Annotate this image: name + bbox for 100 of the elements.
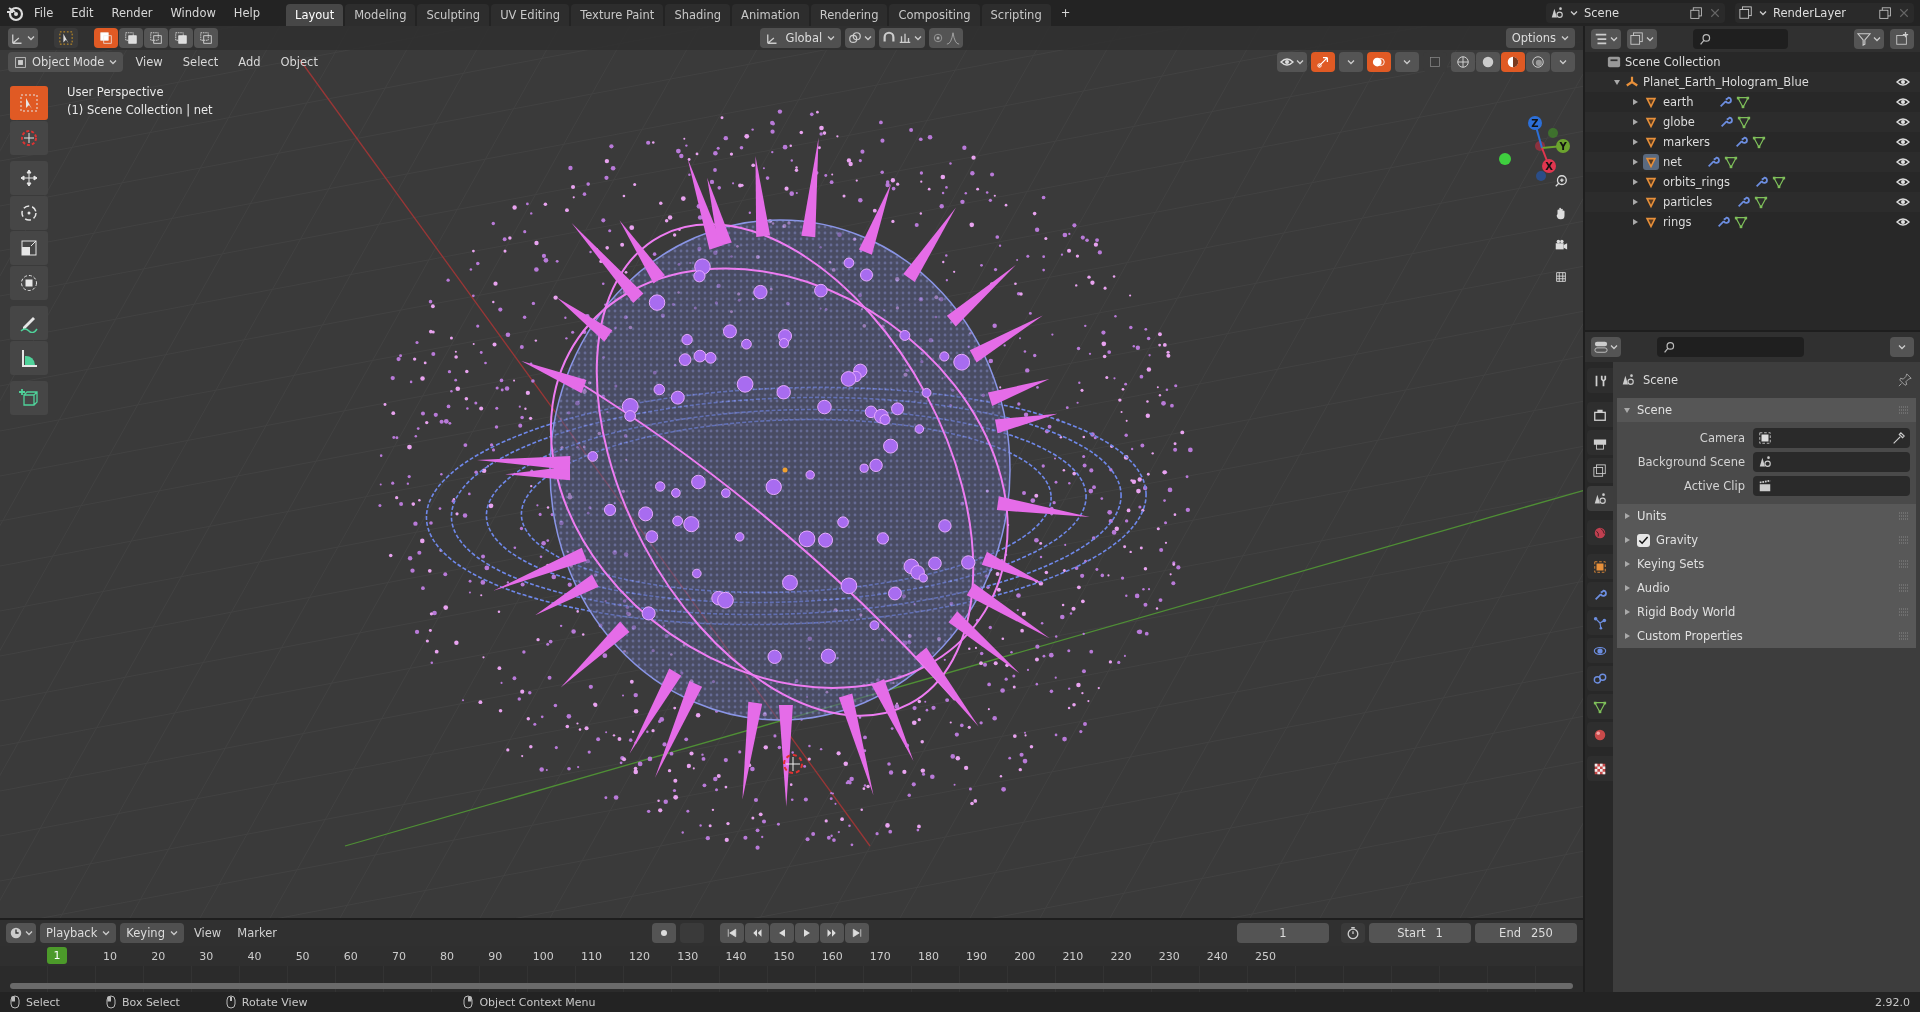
gizmo-toggle-button[interactable] [1311, 52, 1335, 72]
editor-type-button[interactable] [1591, 337, 1621, 357]
outliner-row[interactable]: net [1585, 152, 1920, 172]
menu-item[interactable]: File [26, 3, 62, 23]
menu-item[interactable]: Help [225, 3, 269, 23]
outliner-row[interactable]: particles [1585, 192, 1920, 212]
selection-mode-button[interactable] [169, 28, 193, 48]
pin-icon[interactable] [1898, 373, 1912, 387]
editor-type-button[interactable] [8, 28, 38, 48]
workspace-tab[interactable]: UV Editing [491, 4, 570, 26]
workspace-tab[interactable]: Rendering [810, 4, 888, 26]
eye-icon[interactable] [1896, 177, 1910, 187]
selection-mode-button[interactable] [194, 28, 218, 48]
workspace-tab[interactable]: Animation [732, 4, 809, 26]
pivot-button[interactable] [845, 28, 876, 48]
tool-button[interactable] [10, 231, 48, 265]
selection-mode-button[interactable] [144, 28, 168, 48]
menu-item[interactable]: Select [174, 52, 227, 72]
properties-tab[interactable] [1587, 756, 1613, 781]
search-field[interactable] [1657, 337, 1804, 357]
play-reverse-button[interactable] [769, 923, 794, 943]
eye-icon[interactable] [1896, 117, 1910, 127]
jump-end-button[interactable] [844, 923, 869, 943]
tool-button[interactable] [10, 196, 48, 230]
proportional-edit-button[interactable] [929, 28, 964, 48]
eye-icon[interactable] [1896, 197, 1910, 207]
workspace-tab[interactable]: Layout [286, 4, 344, 26]
object-field[interactable] [1753, 476, 1910, 496]
tool-button[interactable] [10, 381, 48, 415]
solid-shading-button[interactable] [1476, 52, 1500, 72]
mode-dropdown[interactable]: Object Mode [8, 52, 124, 72]
playhead-frame[interactable]: 1 [47, 947, 67, 964]
logo-icon[interactable] [6, 4, 24, 22]
menu-item[interactable]: Add [230, 52, 269, 72]
editor-type-button[interactable] [6, 923, 36, 943]
tool-button[interactable] [10, 266, 48, 300]
timeline-dropdown[interactable]: Keying [120, 923, 184, 943]
timeline-dropdown[interactable]: Playback [40, 923, 117, 943]
visibility-button[interactable] [1277, 52, 1307, 72]
properties-tab[interactable] [1587, 368, 1613, 393]
eye-icon[interactable] [1896, 157, 1910, 167]
options-menu-button[interactable] [1890, 337, 1914, 357]
eye-icon[interactable] [1896, 137, 1910, 147]
next-key-button[interactable] [819, 923, 844, 943]
workspace-tab[interactable]: Scripting [981, 4, 1051, 26]
properties-tab[interactable] [1587, 554, 1613, 579]
outliner-row[interactable]: globe [1585, 112, 1920, 132]
menu-item[interactable]: View [187, 924, 228, 942]
preview-range-button[interactable] [1341, 923, 1365, 943]
orientation-dropdown[interactable]: Global [760, 28, 842, 48]
selection-mode-button[interactable] [94, 28, 118, 48]
snap-button[interactable] [879, 28, 926, 48]
previous-key-button[interactable] [744, 923, 769, 943]
workspace-tab[interactable]: Shading [665, 4, 731, 26]
panel-header[interactable]: Keying Sets [1617, 552, 1916, 576]
workspace-tab[interactable]: Sculpting [417, 4, 490, 26]
menu-item[interactable]: View [127, 52, 171, 72]
scrollbar[interactable] [10, 983, 1573, 989]
panel-header[interactable]: Units [1617, 504, 1916, 528]
panel-header[interactable]: Rigid Body World [1617, 600, 1916, 624]
jump-start-button[interactable] [719, 923, 744, 943]
filter-button[interactable] [1854, 29, 1884, 49]
menu-item[interactable]: Object [272, 52, 326, 72]
start-frame-field[interactable]: Start 1 [1369, 923, 1471, 943]
properties-tab[interactable] [1587, 458, 1613, 483]
panel-header[interactable]: Scene [1617, 398, 1916, 422]
wireframe-shading-button[interactable] [1451, 52, 1475, 72]
scene-selector[interactable]: Scene [1546, 3, 1725, 23]
panel-header[interactable]: Audio [1617, 576, 1916, 600]
play-button[interactable] [794, 923, 819, 943]
panel-header[interactable]: Gravity [1617, 528, 1916, 552]
overlay-menu-button[interactable] [1395, 52, 1419, 72]
object-field[interactable] [1753, 428, 1910, 448]
workspace-tab[interactable]: Texture Paint [571, 4, 664, 26]
menu-item[interactable]: Render [103, 3, 161, 23]
eye-icon[interactable] [1896, 217, 1910, 227]
outliner-row[interactable]: Planet_Earth_Hologram_Blue [1585, 72, 1920, 92]
properties-tab[interactable] [1587, 402, 1613, 427]
properties-tab[interactable] [1587, 694, 1613, 719]
options-dropdown[interactable]: Options [1505, 28, 1575, 48]
object-field[interactable] [1753, 452, 1910, 472]
display-mode-button[interactable] [1627, 29, 1657, 49]
workspace-tab[interactable]: Compositing [889, 4, 980, 26]
axis-gizmo-drawing[interactable]: Z Y X [1499, 116, 1570, 181]
menu-item[interactable]: Edit [63, 3, 102, 23]
checkbox[interactable] [1637, 533, 1650, 547]
tool-button[interactable] [10, 161, 48, 195]
add-workspace-button[interactable]: + [1052, 3, 1079, 23]
panel-header[interactable]: Custom Properties [1617, 624, 1916, 648]
overlay-toggle-button[interactable] [1367, 52, 1391, 72]
menu-item[interactable]: Marker [231, 924, 283, 942]
selection-mode-button[interactable] [119, 28, 143, 48]
tool-button[interactable] [10, 306, 48, 340]
eye-icon[interactable] [1896, 97, 1910, 107]
material-shading-button[interactable] [1501, 52, 1525, 72]
menu-item[interactable]: Window [162, 3, 224, 23]
workspace-tab[interactable]: Modeling [345, 4, 416, 26]
gizmo-menu-button[interactable] [1339, 52, 1363, 72]
current-frame-field[interactable]: 1 [1237, 923, 1329, 943]
search-field[interactable] [1693, 29, 1788, 49]
